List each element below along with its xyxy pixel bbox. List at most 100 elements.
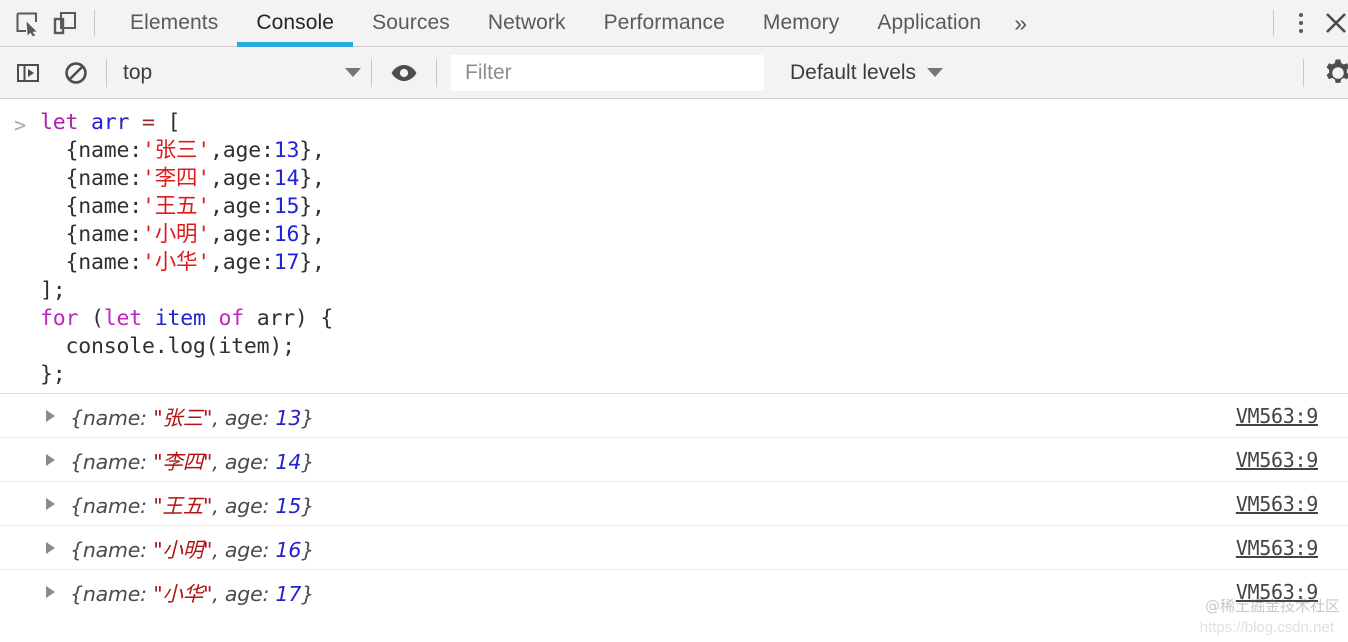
- console-sidebar-icon[interactable]: [8, 53, 48, 93]
- code-token: },: [299, 250, 325, 275]
- console-toolbar: top Filter Default levels: [0, 47, 1348, 99]
- filter-input[interactable]: Filter: [451, 54, 764, 91]
- console-source-link[interactable]: VM563:9: [1236, 448, 1318, 472]
- prompt-chevron-icon: >: [13, 113, 27, 137]
- log-levels-select[interactable]: Default levels: [790, 60, 944, 85]
- execution-context-select[interactable]: top: [107, 53, 371, 93]
- code-token: console.log(item);: [40, 334, 295, 359]
- code-token: arr: [90, 110, 130, 135]
- code-token: '小华': [141, 250, 211, 275]
- code-token: 17: [273, 250, 300, 275]
- close-icon[interactable]: [1318, 4, 1348, 42]
- code-token: {name:: [40, 222, 142, 247]
- code-token: };: [40, 362, 66, 387]
- code-token: },: [299, 222, 325, 247]
- code-token: {name:: [40, 194, 142, 219]
- code-token: '张三': [141, 138, 211, 163]
- code-token: ,age:: [210, 250, 274, 275]
- clear-console-icon[interactable]: [56, 53, 96, 93]
- chevron-down-icon: [927, 68, 944, 77]
- console-source-link[interactable]: VM563:9: [1236, 404, 1318, 428]
- execution-context-value: top: [123, 60, 153, 84]
- panel-tabs: Elements Console Sources Network Perform…: [111, 0, 1041, 47]
- code-token: ,age:: [210, 194, 274, 219]
- tabbar-right-divider: [1273, 10, 1274, 36]
- console-log-row[interactable]: {name: "王五", age: 15} VM563:9: [0, 481, 1348, 525]
- console-source-link[interactable]: VM563:9: [1236, 492, 1318, 516]
- tab-label: Elements: [130, 11, 219, 34]
- tab-label: Console: [256, 11, 335, 34]
- code-token: 16: [273, 222, 300, 247]
- code-token: 14: [273, 166, 300, 191]
- code-token: {name:: [40, 166, 142, 191]
- code-token: of: [218, 306, 244, 331]
- filter-placeholder: Filter: [465, 60, 512, 84]
- code-token: 15: [273, 194, 300, 219]
- toolbar-divider-3: [436, 58, 437, 87]
- tabbar-right-controls: [1263, 0, 1348, 47]
- code-token: let: [103, 306, 142, 331]
- tab-label: Network: [487, 11, 566, 34]
- code-token: '王五': [141, 194, 211, 219]
- live-expression-icon[interactable]: [384, 53, 424, 93]
- code-token: '李四': [141, 166, 211, 191]
- code-token: for: [40, 306, 79, 331]
- code-token: (: [78, 306, 104, 331]
- console-log-row[interactable]: {name: "张三", age: 13} VM563:9: [0, 393, 1348, 437]
- code-token: },: [299, 194, 325, 219]
- tab-elements[interactable]: Elements: [111, 0, 237, 47]
- tab-console[interactable]: Console: [237, 0, 353, 47]
- chevron-down-icon: [345, 68, 361, 77]
- code-token: =: [141, 110, 155, 135]
- console-log-message: {name: "小明", age: 16}: [70, 537, 315, 562]
- tab-label: Application: [877, 11, 982, 34]
- code-token: 13: [273, 138, 300, 163]
- code-token: ,age:: [210, 222, 274, 247]
- console-log-message: {name: "张三", age: 13}: [70, 405, 315, 430]
- code-token: {name:: [40, 138, 142, 163]
- code-token: let: [40, 110, 79, 135]
- console-log-row[interactable]: {name: "小明", age: 16} VM563:9: [0, 525, 1348, 569]
- inspect-element-icon[interactable]: [8, 4, 46, 42]
- console-input-code[interactable]: let arr = [ {name:'张三',age:13}, {name:'李…: [40, 109, 333, 389]
- gear-icon[interactable]: [1318, 53, 1348, 93]
- more-options-icon[interactable]: [1284, 4, 1318, 42]
- code-token: arr) {: [243, 306, 334, 331]
- tab-sources[interactable]: Sources: [353, 0, 469, 47]
- code-token: '小明': [141, 222, 211, 247]
- code-token: ,age:: [210, 138, 274, 163]
- code-token: [: [154, 110, 181, 135]
- console-body[interactable]: > let arr = [ {name:'张三',age:13}, {name:…: [0, 99, 1348, 642]
- toolbar-right-controls: [1303, 53, 1348, 93]
- code-token: {name:: [40, 250, 142, 275]
- watermark-url: https://blog.csdn.net: [1199, 619, 1334, 636]
- console-source-link[interactable]: VM563:9: [1236, 580, 1318, 604]
- console-source-link[interactable]: VM563:9: [1236, 536, 1318, 560]
- code-token: ];: [40, 278, 66, 303]
- code-token: },: [299, 166, 325, 191]
- tab-memory[interactable]: Memory: [744, 0, 858, 47]
- log-levels-value: Default levels: [790, 60, 917, 84]
- tab-performance[interactable]: Performance: [585, 0, 744, 47]
- tab-label: Sources: [372, 11, 450, 34]
- toolbar-divider-2: [371, 58, 372, 87]
- toolbar-divider-4: [1303, 58, 1304, 87]
- console-log-row[interactable]: {name: "小华", age: 17} VM563:9: [0, 569, 1348, 613]
- devtools-window: Elements Console Sources Network Perform…: [0, 0, 1348, 642]
- console-log-message: {name: "小华", age: 17}: [70, 581, 315, 606]
- tab-network[interactable]: Network: [469, 0, 585, 47]
- console-input-entry[interactable]: > let arr = [ {name:'张三',age:13}, {name:…: [0, 99, 1348, 393]
- code-token: },: [299, 138, 325, 163]
- code-token: ,age:: [210, 166, 274, 191]
- console-log-row[interactable]: {name: "李四", age: 14} VM563:9: [0, 437, 1348, 481]
- code-token: item: [154, 306, 206, 331]
- more-tabs-icon[interactable]: »: [1000, 0, 1041, 47]
- device-toolbar-icon[interactable]: [46, 4, 84, 42]
- console-log-message: {name: "王五", age: 15}: [70, 493, 315, 518]
- console-log-list: {name: "张三", age: 13} VM563:9 {name: "李四",…: [0, 393, 1348, 613]
- tab-application[interactable]: Application: [858, 0, 1000, 47]
